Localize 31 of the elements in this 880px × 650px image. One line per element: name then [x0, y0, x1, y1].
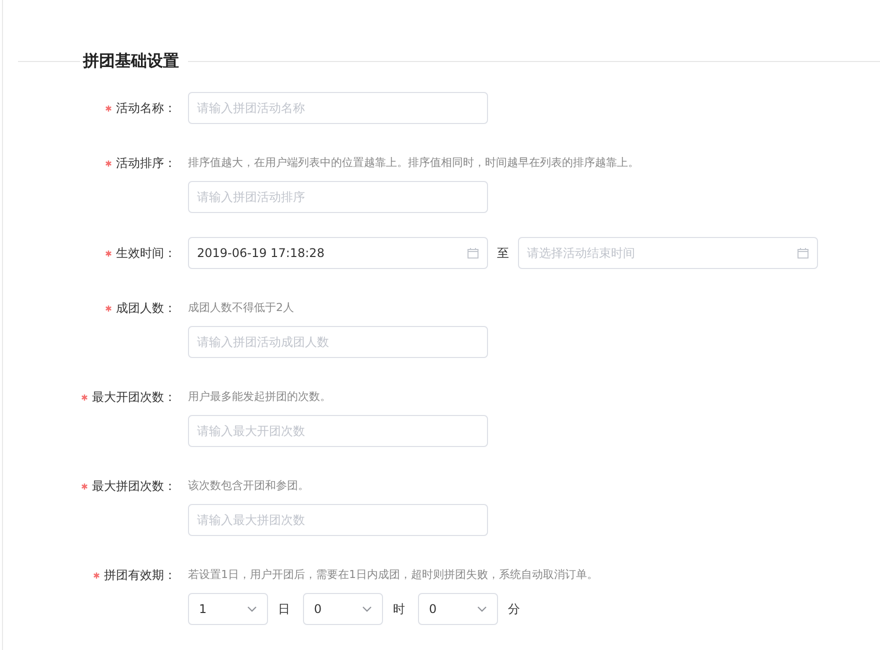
calendar-icon [467, 247, 479, 259]
text-input[interactable]: 请输入最大开团次数 [188, 415, 488, 447]
chevron-down-icon [477, 606, 487, 612]
chevron-down-icon [362, 606, 372, 612]
calendar-icon [797, 247, 809, 259]
field-hint: 排序值越大，在用户端列表中的位置越靠上。排序值相同时，时间越早在列表的排序越靠上。 [188, 155, 640, 171]
field-hint: 用户最多能发起拼团的次数。 [188, 389, 332, 405]
text-input[interactable]: 请输入拼团活动成团人数 [188, 326, 488, 358]
select-dropdown[interactable]: 1 [188, 593, 268, 625]
text-input[interactable]: 请输入拼团活动名称 [188, 92, 488, 124]
unit-label: 日 [278, 600, 291, 618]
select-dropdown[interactable]: 0 [418, 593, 498, 625]
field-label: 活动排序： [116, 154, 176, 172]
range-separator: 至 [497, 244, 509, 262]
unit-label: 分 [508, 600, 521, 618]
select-dropdown[interactable]: 0 [303, 593, 383, 625]
field-label: 活动名称： [116, 100, 176, 116]
field-label: 生效时间： [116, 244, 176, 262]
field-hint: 该次数包含开团和参团。 [188, 478, 310, 494]
field-label: 最大拼团次数： [92, 478, 176, 494]
section-title: 拼团基础设置 [82, 50, 180, 72]
text-input[interactable]: 请输入拼团活动排序 [188, 181, 488, 213]
field-hint: 若设置1日，用户开团后，需要在1日内成团，超时则拼团失败，系统自动取消订单。 [188, 567, 599, 583]
field-label: 最大开团次数： [92, 388, 176, 406]
unit-label: 时 [393, 600, 406, 618]
field-label: 成团人数： [116, 300, 176, 316]
date-input[interactable]: 2019-06-19 17:18:28 [188, 237, 488, 269]
text-input[interactable]: 请输入最大拼团次数 [188, 504, 488, 536]
field-label: 拼团有效期： [104, 566, 176, 584]
chevron-down-icon [247, 606, 257, 612]
field-hint: 成团人数不得低于2人 [188, 300, 295, 316]
